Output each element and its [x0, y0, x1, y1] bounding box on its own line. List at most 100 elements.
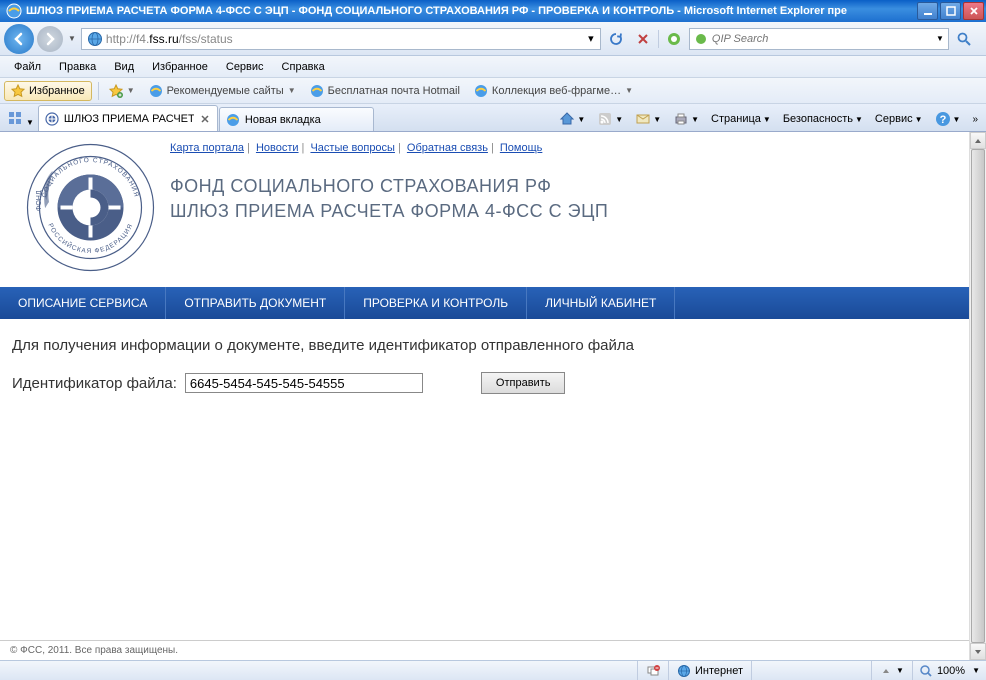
window-titlebar: ШЛЮЗ ПРИЕМА РАСЧЕТА ФОРМА 4-ФСС С ЭЦП - … — [0, 0, 986, 22]
status-extra[interactable]: ▼ — [871, 661, 912, 680]
ie-small-icon — [310, 84, 324, 98]
nav-description[interactable]: ОПИСАНИЕ СЕРВИСА — [0, 287, 166, 319]
globe-icon — [87, 31, 103, 47]
svg-text:ФОНД: ФОНД — [36, 190, 43, 211]
content-area: СОЦИАЛЬНОГО СТРАХОВАНИЯ РОССИЙСКАЯ ФЕДЕР… — [0, 132, 986, 660]
zoom-icon — [919, 664, 933, 678]
add-favorite-button[interactable]: ▼ — [105, 82, 139, 100]
fragments-label: Коллекция веб-фрагме… — [492, 85, 621, 97]
zoom-value: 100% — [937, 665, 965, 677]
close-button[interactable] — [963, 2, 984, 20]
page-menu[interactable]: Страница▼ — [707, 111, 775, 127]
globe-icon — [677, 664, 691, 678]
org-title-2: ШЛЮЗ ПРИЕМА РАСЧЕТА ФОРМА 4-ФСС С ЭЦП — [170, 201, 959, 222]
url-dropdown-icon[interactable]: ▾ — [584, 32, 598, 45]
link-sitemap[interactable]: Карта портала — [170, 142, 244, 154]
menu-favorites[interactable]: Избранное — [144, 59, 216, 75]
menu-view[interactable]: Вид — [106, 59, 142, 75]
form-area: Для получения информации о документе, вв… — [0, 319, 969, 412]
status-popup[interactable] — [637, 661, 668, 680]
feeds-button[interactable]: ▼ — [593, 109, 627, 129]
home-button[interactable]: ▼ — [555, 109, 589, 129]
web-fragments-link[interactable]: Коллекция веб-фрагме… ▼ — [470, 82, 637, 100]
maximize-button[interactable] — [940, 2, 961, 20]
favorites-bar: Избранное ▼ Рекомендуемые сайты ▼ Беспла… — [0, 78, 986, 104]
quick-tabs-button[interactable] — [4, 107, 26, 129]
scroll-down-button[interactable] — [970, 643, 986, 660]
nav-dropdown-icon[interactable]: ▼ — [68, 34, 76, 43]
search-button[interactable] — [952, 28, 976, 50]
nav-send[interactable]: ОТПРАВИТЬ ДОКУМЕНТ — [166, 287, 345, 319]
tab-title: Новая вкладка — [245, 114, 367, 126]
link-news[interactable]: Новости — [256, 142, 299, 154]
ie-small-icon — [149, 84, 163, 98]
toolbar-separator — [658, 30, 659, 48]
star-icon — [11, 84, 25, 98]
ie-small-icon — [474, 84, 488, 98]
recommended-label: Рекомендуемые сайты — [167, 85, 284, 97]
search-dropdown-icon[interactable]: ▼ — [936, 34, 944, 43]
hotmail-label: Бесплатная почта Hotmail — [328, 85, 460, 97]
logo-area: СОЦИАЛЬНОГО СТРАХОВАНИЯ РОССИЙСКАЯ ФЕДЕР… — [10, 140, 170, 275]
minimize-button[interactable] — [917, 2, 938, 20]
favorites-label: Избранное — [29, 85, 85, 97]
back-button[interactable] — [4, 24, 34, 54]
address-bar[interactable]: http://f4.fss.ru/fss/status ▾ — [81, 28, 601, 50]
recommended-sites-link[interactable]: Рекомендуемые сайты ▼ — [145, 82, 300, 100]
nav-check[interactable]: ПРОВЕРКА И КОНТРОЛЬ — [345, 287, 527, 319]
separator — [98, 82, 99, 100]
forward-button[interactable] — [37, 26, 63, 52]
main-nav: ОПИСАНИЕ СЕРВИСА ОТПРАВИТЬ ДОКУМЕНТ ПРОВ… — [0, 287, 969, 319]
menu-edit[interactable]: Правка — [51, 59, 104, 75]
tab-active[interactable]: ШЛЮЗ ПРИЕМА РАСЧЕТ... — [38, 105, 218, 131]
file-id-input[interactable] — [185, 373, 423, 393]
link-faq[interactable]: Частые вопросы — [310, 142, 395, 154]
page-footer: © ФСС, 2011. Все права защищены. — [0, 640, 969, 660]
submit-button[interactable]: Отправить — [481, 372, 566, 394]
hotmail-link[interactable]: Бесплатная почта Hotmail — [306, 82, 464, 100]
mail-button[interactable]: ▼ — [631, 109, 665, 129]
help-button[interactable]: ?▼ — [931, 109, 965, 129]
fss-logo: СОЦИАЛЬНОГО СТРАХОВАНИЯ РОССИЙСКАЯ ФЕДЕР… — [23, 140, 158, 275]
status-bar: Интернет ▼ 100% ▼ — [0, 660, 986, 680]
page-header: СОЦИАЛЬНОГО СТРАХОВАНИЯ РОССИЙСКАЯ ФЕДЕР… — [0, 132, 969, 287]
org-title-1: ФОНД СОЦИАЛЬНОГО СТРАХОВАНИЯ РФ — [170, 176, 959, 197]
file-id-label: Идентификатор файла: — [12, 375, 177, 392]
tab-list-dropdown[interactable]: ▼ — [26, 118, 34, 127]
vertical-scrollbar[interactable] — [969, 132, 986, 660]
status-left — [0, 661, 637, 680]
print-button[interactable]: ▼ — [669, 109, 703, 129]
close-tab-button[interactable] — [199, 113, 211, 125]
search-provider-icon — [694, 32, 708, 46]
svg-text:?: ? — [939, 114, 946, 126]
qip-icon[interactable] — [662, 28, 686, 50]
menu-bar: Файл Правка Вид Избранное Сервис Справка — [0, 56, 986, 78]
link-help[interactable]: Помощь — [500, 142, 543, 154]
ie-icon — [6, 3, 22, 19]
scroll-thumb[interactable] — [971, 149, 985, 643]
menu-tools[interactable]: Сервис — [218, 59, 272, 75]
search-input[interactable] — [712, 33, 932, 45]
nav-account[interactable]: ЛИЧНЫЙ КАБИНЕТ — [527, 287, 675, 319]
scroll-up-button[interactable] — [970, 132, 986, 149]
zoom-control[interactable]: 100% ▼ — [912, 661, 986, 680]
tab-title: ШЛЮЗ ПРИЕМА РАСЧЕТ... — [64, 113, 194, 125]
instruction-text: Для получения информации о документе, вв… — [12, 337, 957, 354]
protected-mode[interactable] — [751, 661, 871, 680]
top-links: Карта портала| Новости| Частые вопросы| … — [170, 142, 959, 154]
menu-file[interactable]: Файл — [6, 59, 49, 75]
search-box[interactable]: ▼ — [689, 28, 949, 50]
url-text[interactable]: http://f4.fss.ru/fss/status — [106, 32, 584, 46]
tools-expand[interactable]: » — [968, 112, 982, 127]
zone-label: Интернет — [695, 665, 743, 677]
favorites-button[interactable]: Избранное — [4, 81, 92, 101]
stop-button[interactable] — [631, 28, 655, 50]
nav-toolbar: ▼ http://f4.fss.ru/fss/status ▾ ▼ — [0, 22, 986, 56]
safety-menu[interactable]: Безопасность▼ — [779, 111, 867, 127]
tab-new[interactable]: Новая вкладка — [219, 107, 374, 131]
status-zone[interactable]: Интернет — [668, 661, 751, 680]
menu-help[interactable]: Справка — [274, 59, 333, 75]
service-menu[interactable]: Сервис▼ — [871, 111, 927, 127]
link-feedback[interactable]: Обратная связь — [407, 142, 488, 154]
refresh-button[interactable] — [604, 28, 628, 50]
